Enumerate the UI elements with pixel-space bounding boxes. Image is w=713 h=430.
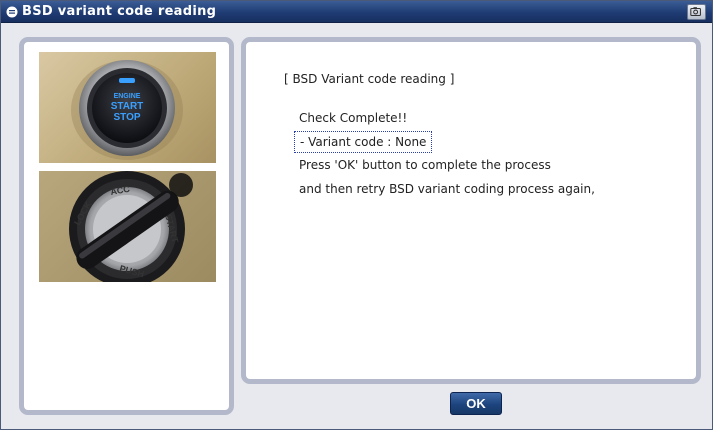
image-panel: ENGINE START STOP LOCK ACC START PUSH <box>19 37 234 415</box>
ignition-key-photo: LOCK ACC START PUSH <box>39 171 216 282</box>
title-bar: BSD variant code reading <box>1 1 712 23</box>
screenshot-button[interactable] <box>687 4 706 20</box>
variant-code-text: - Variant code : None <box>294 131 433 153</box>
dialog-window: BSD variant code reading ENGINE START ST… <box>0 0 713 430</box>
instruction-line-2: and then retry BSD variant coding proces… <box>299 182 595 196</box>
instruction-line-1: Press 'OK' button to complete the proces… <box>299 158 551 172</box>
ignition-key-illustration: LOCK ACC START PUSH <box>69 171 193 282</box>
camera-icon <box>690 7 701 17</box>
message-heading: [ BSD Variant code reading ] <box>284 72 455 86</box>
window-title: BSD variant code reading <box>22 4 217 19</box>
message-panel: [ BSD Variant code reading ] Check Compl… <box>241 37 701 384</box>
start-stop-button-photo: ENGINE START STOP <box>39 52 216 163</box>
start-stop-button-illustration: ENGINE START STOP <box>71 60 183 160</box>
start-stop-text-stop: STOP <box>113 112 140 123</box>
start-stop-text-start: START <box>111 101 144 112</box>
ok-button[interactable]: OK <box>450 392 502 415</box>
app-icon <box>6 6 18 18</box>
start-stop-text-engine: ENGINE <box>114 93 141 100</box>
status-text: Check Complete!! <box>299 111 408 125</box>
